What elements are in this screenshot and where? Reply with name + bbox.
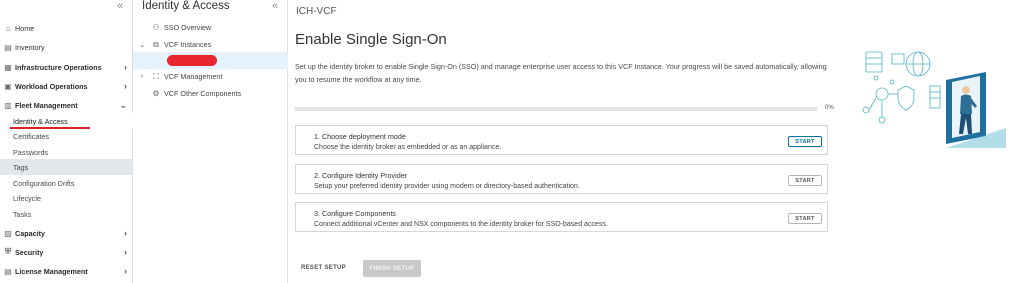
chevron-down-icon[interactable]: ⌄ — [138, 41, 146, 49]
nav-group-workload-operations[interactable]: ▣ Workload Operations › — [0, 78, 133, 94]
start-components-button[interactable]: START — [788, 213, 822, 224]
nav-item-configuration-drifts[interactable]: Configuration Drifts — [0, 175, 133, 191]
license-icon: ▤ — [4, 266, 12, 276]
nav-group-label: Fleet Management — [15, 100, 78, 110]
nav-group-label: Security — [15, 247, 44, 257]
step-description: Setup your preferred identity provider u… — [314, 183, 580, 190]
chevron-right-icon: › — [124, 247, 127, 257]
chevron-right-icon[interactable]: › — [138, 73, 146, 80]
nav-item-certificates[interactable]: Certificates — [0, 128, 133, 144]
sso-illustration — [862, 51, 1006, 148]
breadcrumb: ICH-VCF — [296, 6, 337, 17]
inventory-icon: ▤ — [4, 42, 12, 52]
nav-item-label: Identity & Access — [13, 116, 68, 126]
nav-item-lifecycle[interactable]: Lifecycle — [0, 190, 133, 206]
chevron-right-icon: › — [124, 81, 127, 91]
step-card-identity-provider: 2. Configure Identity Provider Setup you… — [295, 164, 828, 194]
tree-item-vcf-management[interactable]: › ⛶ VCF Management — [133, 69, 288, 84]
nav-item-label: Passwords — [13, 147, 49, 157]
step-title: 2. Configure Identity Provider — [314, 171, 408, 180]
shield-icon — [897, 85, 915, 111]
components-icon: ⚙ — [152, 89, 160, 98]
start-deployment-mode-button[interactable]: START — [788, 136, 822, 147]
panel-collapse-button[interactable]: « — [272, 0, 278, 12]
nav-group-label: Infrastructure Operations — [15, 62, 102, 72]
identity-access-panel: Identity & Access « ⚇ SSO Overview ⌄ ⧉ V… — [133, 0, 288, 283]
nav-item-inventory[interactable]: ▤ Inventory — [0, 39, 133, 55]
nav-group-label: Capacity — [15, 228, 45, 238]
left-nav: « ⌂ Home ▤ Inventory ▦ Infrastructure Op… — [0, 0, 133, 283]
management-icon: ⛶ — [153, 71, 159, 81]
infrastructure-icon: ▦ — [4, 62, 12, 72]
nav-item-label: Configuration Drifts — [13, 178, 75, 188]
nav-item-label: Lifecycle — [13, 193, 41, 203]
nav-item-tags[interactable]: Tags — [0, 159, 133, 175]
page-description: Set up the identity broker to enable Sin… — [295, 62, 827, 84]
nav-group-security[interactable]: ⛨ Security › — [0, 244, 133, 260]
main-content: ICH-VCF Enable Single Sign-On Set up the… — [289, 0, 1024, 283]
server-stack-icon — [865, 51, 883, 73]
security-icon: ⛨ — [5, 247, 11, 256]
finish-setup-button[interactable]: FINISH SETUP — [363, 260, 421, 277]
nav-item-label: Tasks — [13, 209, 32, 219]
chevron-right-icon: › — [124, 228, 127, 238]
page-title: Enable Single Sign-On — [295, 31, 447, 48]
instances-icon: ⧉ — [153, 39, 159, 49]
nav-group-license-management[interactable]: ▤ License Management › — [0, 263, 133, 279]
nav-collapse-button[interactable]: « — [117, 0, 123, 12]
tree-item-vcf-other-components[interactable]: ⚙ VCF Other Components — [133, 86, 288, 101]
sso-icon: ⚇ — [152, 23, 160, 32]
nav-item-tasks[interactable]: Tasks — [0, 206, 133, 222]
nav-item-label: Home — [15, 23, 35, 33]
fleet-icon: ▥ — [4, 100, 12, 110]
nav-item-passwords[interactable]: Passwords — [0, 144, 133, 160]
progress-bar — [295, 107, 817, 111]
tree-item-vcf-instances[interactable]: ⌄ ⧉ VCF Instances — [133, 37, 288, 52]
tree-item-label: VCF Other Components — [164, 89, 242, 98]
nav-item-label: Certificates — [13, 131, 49, 141]
tree-item-label: VCF Management — [164, 72, 223, 81]
tree-item-label: VCF Instances — [164, 40, 212, 49]
chevron-right-icon: › — [124, 266, 127, 276]
nav-group-label: License Management — [15, 266, 88, 276]
tree-item-label: SSO Overview — [164, 23, 212, 32]
capacity-icon: ▧ — [4, 228, 12, 238]
step-card-deployment-mode: 1. Choose deployment mode Choose the ide… — [295, 125, 828, 155]
panel-title: Identity & Access — [142, 0, 230, 12]
tree-item-sso-overview[interactable]: ⚇ SSO Overview — [133, 20, 288, 35]
nav-item-home[interactable]: ⌂ Home — [0, 20, 133, 36]
redacted-instance-name — [167, 55, 217, 66]
workload-icon: ▣ — [4, 81, 12, 91]
step-card-components: 3. Configure Components Connect addition… — [295, 202, 828, 232]
nav-group-capacity[interactable]: ▧ Capacity › — [0, 225, 133, 241]
nav-item-label: Tags — [13, 162, 29, 172]
home-icon: ⌂ — [5, 23, 11, 33]
progress-label: 0% — [825, 105, 834, 111]
node-icon — [875, 87, 889, 101]
nav-group-infrastructure-operations[interactable]: ▦ Infrastructure Operations › — [0, 59, 133, 75]
step-description: Connect additional vCenter and NSX compo… — [314, 221, 608, 228]
chevron-down-icon: ⌄ — [119, 100, 127, 110]
start-identity-provider-button[interactable]: START — [788, 175, 822, 186]
chevron-right-icon: › — [124, 62, 127, 72]
step-description: Choose the identity broker as embedded o… — [314, 144, 502, 151]
nav-group-label: Workload Operations — [15, 81, 88, 91]
nav-item-label: Inventory — [15, 42, 45, 52]
nav-group-fleet-management[interactable]: ▥ Fleet Management ⌄ — [0, 97, 133, 113]
step-title: 1. Choose deployment mode — [314, 132, 406, 141]
reset-setup-button[interactable]: RESET SETUP — [301, 265, 346, 271]
step-title: 3. Configure Components — [314, 209, 396, 218]
window-icon — [891, 53, 905, 65]
tower-icon — [929, 85, 941, 109]
